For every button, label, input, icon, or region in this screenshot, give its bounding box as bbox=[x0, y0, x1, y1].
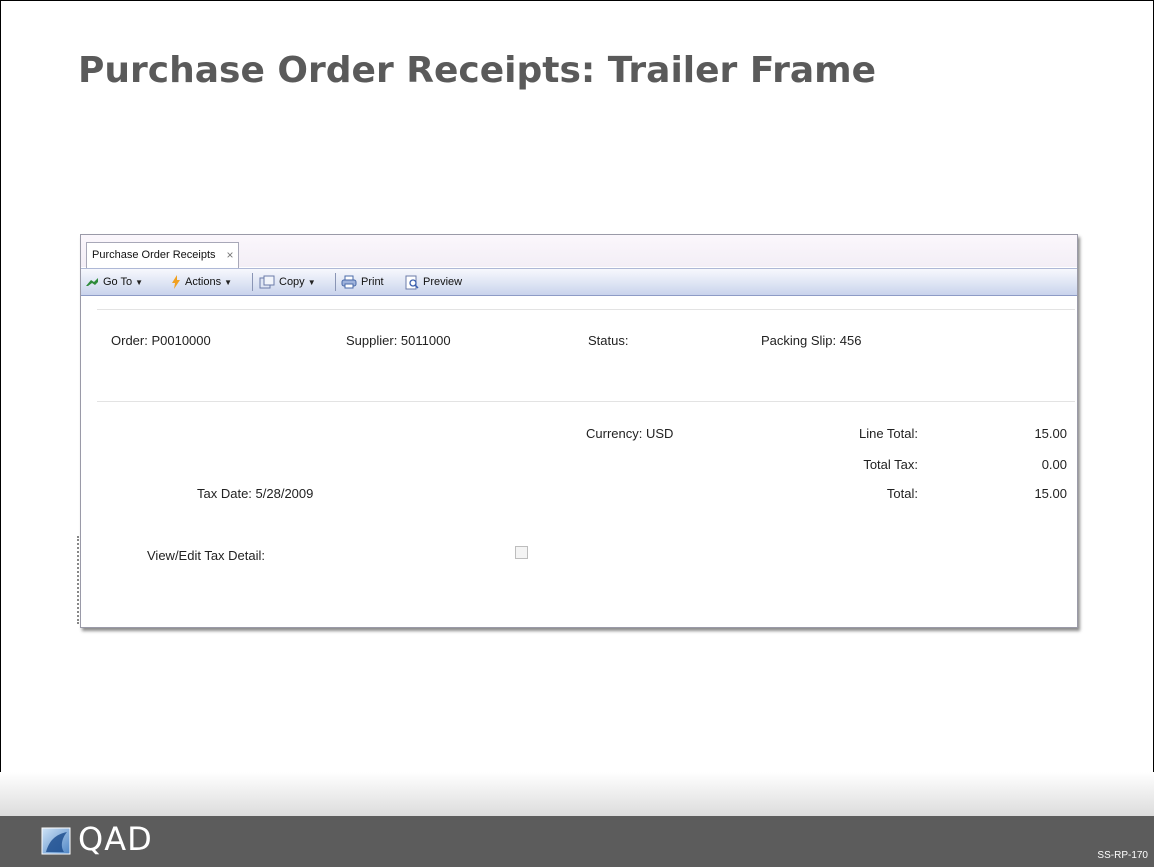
tab-label: Purchase Order Receipts bbox=[92, 249, 216, 261]
chevron-down-icon: ▼ bbox=[307, 278, 316, 287]
goto-button[interactable]: Go To ▼ bbox=[85, 274, 143, 290]
tax-date-field: Tax Date: 5/28/2009 bbox=[197, 486, 314, 501]
toolbar-divider bbox=[335, 273, 336, 291]
divider bbox=[97, 309, 1075, 310]
slide-title: Purchase Order Receipts: Trailer Frame bbox=[78, 50, 877, 91]
footer-fade bbox=[0, 772, 1154, 816]
preview-button[interactable]: Preview bbox=[405, 274, 462, 290]
currency-field: Currency: USD bbox=[586, 426, 674, 441]
chevron-down-icon: ▼ bbox=[135, 278, 144, 287]
window-resize-edge bbox=[77, 536, 79, 624]
supplier-field: Supplier: 5011000 bbox=[346, 333, 451, 348]
line-total-label: Line Total: bbox=[858, 426, 918, 441]
close-icon[interactable]: × bbox=[226, 243, 233, 267]
actions-button[interactable]: Actions ▼ bbox=[171, 274, 232, 290]
footer-bar bbox=[0, 816, 1154, 867]
view-edit-tax-label: View/Edit Tax Detail: bbox=[147, 548, 266, 563]
total-tax-value: 0.00 bbox=[1041, 457, 1067, 472]
packing-slip-field: Packing Slip: 456 bbox=[761, 333, 862, 348]
chevron-down-icon: ▼ bbox=[224, 278, 232, 287]
total-tax-label: Total Tax: bbox=[863, 457, 918, 472]
toolbar: Go To ▼ Actions ▼ Copy ▼ Print Preview bbox=[81, 268, 1077, 296]
copy-label: Copy bbox=[279, 276, 305, 288]
goto-arrow-icon bbox=[86, 278, 98, 287]
preview-icon bbox=[405, 275, 419, 290]
qad-logo-text: QAD bbox=[78, 820, 153, 858]
lightning-icon bbox=[172, 275, 180, 290]
divider bbox=[97, 401, 1075, 402]
copy-icon bbox=[259, 275, 275, 289]
view-edit-tax-checkbox[interactable] bbox=[515, 546, 528, 559]
actions-label: Actions bbox=[185, 276, 222, 288]
tab-purchase-order-receipts[interactable]: Purchase Order Receipts × bbox=[86, 242, 239, 268]
order-field: Order: P0010000 bbox=[111, 333, 211, 348]
app-window: Purchase Order Receipts × Go To ▼ Actions… bbox=[80, 234, 1078, 628]
tab-strip: Purchase Order Receipts × bbox=[81, 235, 1077, 268]
status-field: Status: bbox=[588, 333, 629, 348]
print-button[interactable]: Print bbox=[341, 274, 384, 290]
print-label: Print bbox=[361, 276, 384, 288]
goto-label: Go To bbox=[103, 276, 133, 288]
line-total-value: 15.00 bbox=[1034, 426, 1067, 441]
slide-code: SS-RP-170 bbox=[1097, 850, 1148, 861]
printer-icon bbox=[341, 275, 357, 289]
preview-label: Preview bbox=[423, 276, 463, 288]
copy-button[interactable]: Copy ▼ bbox=[259, 274, 316, 290]
qad-logo-icon bbox=[41, 827, 71, 855]
total-label: Total: bbox=[886, 486, 918, 501]
total-value: 15.00 bbox=[1034, 486, 1067, 501]
toolbar-divider bbox=[252, 273, 253, 291]
